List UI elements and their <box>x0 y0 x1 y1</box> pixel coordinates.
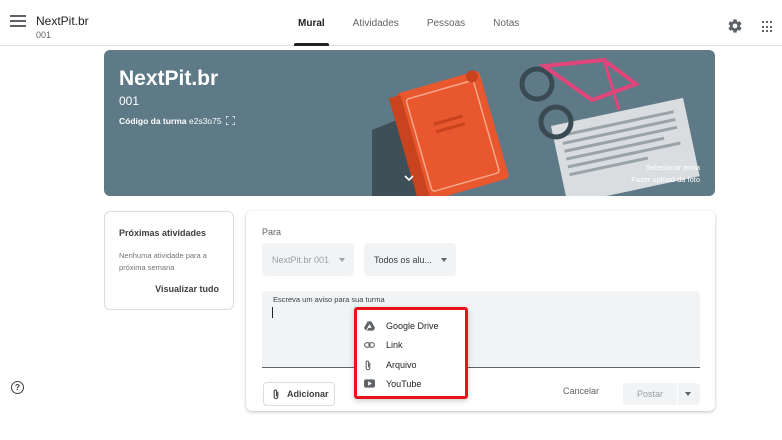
menu-item-file[interactable]: Arquivo <box>357 355 465 375</box>
attach-menu: Google Drive Link Arquivo YouTube <box>354 307 468 399</box>
dropdown-arrow-icon <box>339 258 345 262</box>
menu-item-label: Link <box>386 340 403 350</box>
upcoming-title: Próximas atividades <box>119 228 207 238</box>
class-title[interactable]: NextPit.br <box>36 14 89 28</box>
apps-grid-icon[interactable] <box>762 21 774 33</box>
fullscreen-icon[interactable] <box>226 116 235 125</box>
post-options-button[interactable] <box>678 383 700 405</box>
menu-icon[interactable] <box>10 15 26 29</box>
cancel-button[interactable]: Cancelar <box>563 386 599 396</box>
link-icon <box>364 342 375 348</box>
class-select-value: NextPit.br 001 <box>272 254 330 265</box>
google-drive-icon <box>364 321 375 331</box>
menu-item-label: Google Drive <box>386 321 439 331</box>
tab-atividades[interactable]: Atividades <box>341 0 411 46</box>
students-select[interactable]: Todos os alu... <box>364 243 456 276</box>
menu-item-youtube[interactable]: YouTube <box>357 374 465 394</box>
add-button[interactable]: Adicionar <box>263 382 335 406</box>
class-code-value: e2s3o75 <box>189 116 222 126</box>
class-banner: NextPit.br 001 Código da turma e2s3o75 S… <box>104 50 715 196</box>
banner-title: NextPit.br <box>119 67 219 90</box>
tab-notas[interactable]: Notas <box>481 0 531 46</box>
youtube-icon <box>364 379 375 388</box>
select-theme-link[interactable]: Selecionar tema <box>646 163 700 172</box>
class-code-label: Código da turma <box>119 116 187 126</box>
tab-mural[interactable]: Mural <box>286 0 337 46</box>
paperclip-icon <box>273 389 279 399</box>
upload-photo-link[interactable]: Fazer upload da foto <box>631 175 700 184</box>
dropdown-arrow-icon <box>441 258 447 262</box>
chevron-down-icon[interactable] <box>404 174 414 182</box>
students-select-value: Todos os alu... <box>374 254 433 265</box>
announcement-textarea[interactable]: Escreva um aviso para sua turma <box>262 291 700 368</box>
for-label: Para <box>262 227 282 237</box>
menu-item-label: Arquivo <box>386 360 417 370</box>
announcement-composer: Para NextPit.br 001 Todos os alu... Escr… <box>246 211 715 411</box>
top-app-bar: NextPit.br 001 Mural Atividades Pessoas … <box>0 0 782 46</box>
paperclip-icon <box>365 360 371 371</box>
textarea-label: Escreva um aviso para sua turma <box>273 295 385 304</box>
add-button-label: Adicionar <box>287 389 329 399</box>
view-all-link[interactable]: Visualizar tudo <box>155 284 219 294</box>
menu-item-google-drive[interactable]: Google Drive <box>357 316 465 336</box>
upcoming-card: Próximas atividades Nenhuma atividade pa… <box>104 211 234 310</box>
help-icon[interactable]: ? <box>11 381 24 394</box>
menu-item-link[interactable]: Link <box>357 335 465 355</box>
class-section: 001 <box>36 30 52 40</box>
upcoming-empty-text: Nenhuma atividade para a próxima semana <box>119 251 207 272</box>
post-button[interactable]: Postar <box>623 383 677 405</box>
tab-pessoas[interactable]: Pessoas <box>415 0 477 46</box>
class-select[interactable]: NextPit.br 001 <box>262 243 354 276</box>
tab-bar: Mural Atividades Pessoas Notas <box>286 0 535 46</box>
banner-section: 001 <box>119 94 140 108</box>
menu-item-label: YouTube <box>386 379 422 389</box>
text-cursor <box>272 307 273 318</box>
gear-icon[interactable] <box>727 18 743 34</box>
